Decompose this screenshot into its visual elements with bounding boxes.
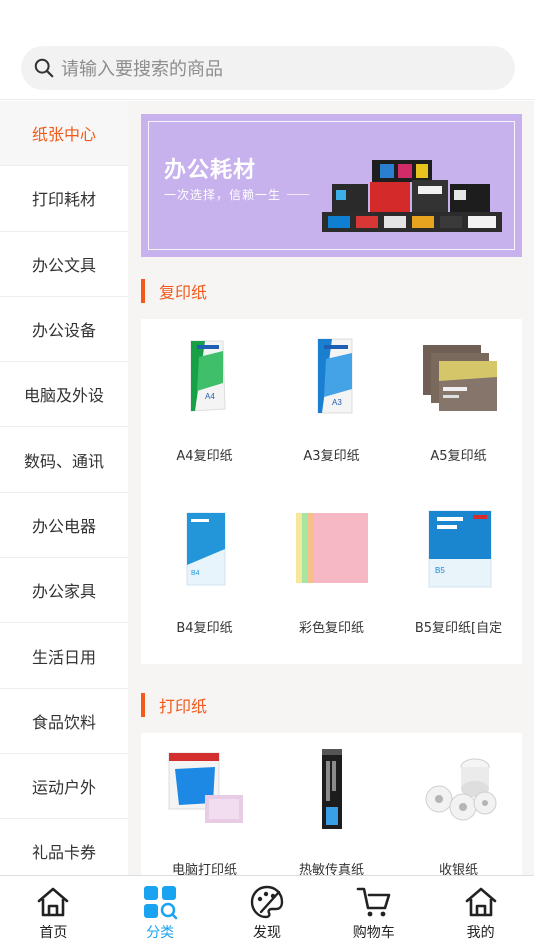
sidebar-item-office-equipment[interactable]: 办公设备 xyxy=(0,297,128,363)
tab-mine[interactable]: 我的 xyxy=(427,876,534,950)
svg-text:A3: A3 xyxy=(332,398,342,407)
tab-label: 购物车 xyxy=(352,925,395,941)
product-label: 彩色复印纸 xyxy=(298,621,364,636)
section-title-text: 复印纸 xyxy=(159,283,208,302)
sidebar-item-office-furniture[interactable]: 办公家具 xyxy=(0,558,128,624)
sidebar-item-stationery[interactable]: 办公文具 xyxy=(0,232,128,297)
search-placeholder: 请输入要搜索的商品 xyxy=(61,59,223,80)
product-label: B5复印纸[自定 xyxy=(414,621,503,636)
sidebar-item-food-drinks[interactable]: 食品饮料 xyxy=(0,689,128,754)
tab-home[interactable]: 首页 xyxy=(0,876,107,950)
product-label: A5复印纸 xyxy=(430,449,487,464)
search-input[interactable]: 请输入要搜索的商品 xyxy=(21,46,515,90)
tab-category[interactable]: 分类 xyxy=(107,876,214,950)
copy-paper-grid: A4 A4复印纸 A3 A3复印纸 A5复印纸 B4 B4复印纸 彩色复印纸 B… xyxy=(141,319,522,664)
section-title-text: 打印纸 xyxy=(159,697,208,716)
thermal-fax-roll-image xyxy=(321,749,342,829)
product-color-copy-paper[interactable]: 彩色复印纸 xyxy=(268,509,395,636)
svg-text:B4: B4 xyxy=(191,570,200,577)
tab-discover[interactable]: 发现 xyxy=(214,876,321,950)
sidebar-item-daily-necessities[interactable]: 生活日用 xyxy=(0,623,128,689)
a3-paper-image: A3 xyxy=(317,338,352,414)
product-label: 热敏传真纸 xyxy=(298,863,364,875)
product-label: B4复印纸 xyxy=(176,621,233,636)
category-sidebar: 纸张中心 打印耗材 办公文具 办公设备 电脑及外设 数码、通讯 办公电器 办公家… xyxy=(0,101,128,875)
tab-label: 发现 xyxy=(252,925,281,941)
product-b5-copy-paper[interactable]: B5 B5复印纸[自定 xyxy=(395,509,522,636)
b4-paper-image: B4 xyxy=(186,512,225,586)
product-computer-printing-paper[interactable]: 电脑打印纸 xyxy=(141,749,268,875)
palette-icon xyxy=(250,885,284,919)
product-a4-copy-paper[interactable]: A4 A4复印纸 xyxy=(141,337,268,464)
computer-paper-image xyxy=(168,752,243,823)
product-thermal-fax-paper[interactable]: 热敏传真纸 xyxy=(268,749,395,875)
b5-paper-image: B5 xyxy=(428,510,491,588)
category-content: 办公耗材 一次选择，信赖一生 复印纸 A4 A4复印纸 A3 A3复印纸 A5复… xyxy=(128,101,534,875)
product-cash-register-paper[interactable]: 收银纸 xyxy=(395,749,522,875)
banner-title: 办公耗材 xyxy=(164,158,257,183)
search-header: 请输入要搜索的商品 xyxy=(0,0,534,100)
tab-label: 分类 xyxy=(146,925,175,941)
a5-paper-image xyxy=(422,345,497,411)
section-accent-bar xyxy=(141,279,145,303)
ink-cartridges-image xyxy=(322,160,502,232)
bottom-tab-bar: 首页 分类 发现 购物车 我的 xyxy=(0,875,534,950)
sidebar-item-digital-communication[interactable]: 数码、通讯 xyxy=(0,427,128,493)
product-a3-copy-paper[interactable]: A3 A3复印纸 xyxy=(268,337,395,464)
product-label: 收银纸 xyxy=(438,863,478,875)
banner-subtitle: 一次选择，信赖一生 xyxy=(164,186,288,203)
office-supplies-banner[interactable]: 办公耗材 一次选择，信赖一生 xyxy=(141,114,522,257)
printing-paper-grid: 电脑打印纸 热敏传真纸 收银纸 xyxy=(141,733,522,875)
sidebar-item-printing-supplies[interactable]: 打印耗材 xyxy=(0,166,128,232)
shopping-cart-icon xyxy=(356,887,391,917)
a4-paper-image: A4 xyxy=(190,340,226,412)
product-b4-copy-paper[interactable]: B4 B4复印纸 xyxy=(141,509,268,636)
section-title-printing-paper: 打印纸 xyxy=(141,693,207,717)
banner-subtitle-text: 一次选择，信赖一生 xyxy=(164,188,288,202)
category-grid-icon xyxy=(144,886,178,920)
sidebar-item-gift-cards[interactable]: 礼品卡券 xyxy=(0,819,128,875)
section-accent-bar xyxy=(141,693,145,717)
home-icon xyxy=(38,887,69,917)
tab-label: 首页 xyxy=(39,925,68,941)
home-outline-icon xyxy=(465,887,496,917)
product-label: A4复印纸 xyxy=(176,449,233,464)
product-a5-copy-paper[interactable]: A5复印纸 xyxy=(395,337,522,464)
sidebar-item-paper-center[interactable]: 纸张中心 xyxy=(0,101,128,167)
color-paper-image xyxy=(295,513,368,583)
cash-register-rolls-image xyxy=(425,758,496,821)
sidebar-item-office-appliances[interactable]: 办公电器 xyxy=(0,493,128,559)
tab-label: 我的 xyxy=(466,925,495,941)
sidebar-item-sports-outdoor[interactable]: 运动户外 xyxy=(0,754,128,820)
sidebar-item-computer-peripherals[interactable]: 电脑及外设 xyxy=(0,362,128,428)
product-label: A3复印纸 xyxy=(303,449,360,464)
product-label: 电脑打印纸 xyxy=(171,863,237,875)
svg-text:A4: A4 xyxy=(205,392,215,401)
svg-text:B5: B5 xyxy=(435,566,445,575)
tab-cart[interactable]: 购物车 xyxy=(320,876,427,950)
search-icon xyxy=(34,58,54,78)
section-title-copy-paper: 复印纸 xyxy=(141,279,207,303)
